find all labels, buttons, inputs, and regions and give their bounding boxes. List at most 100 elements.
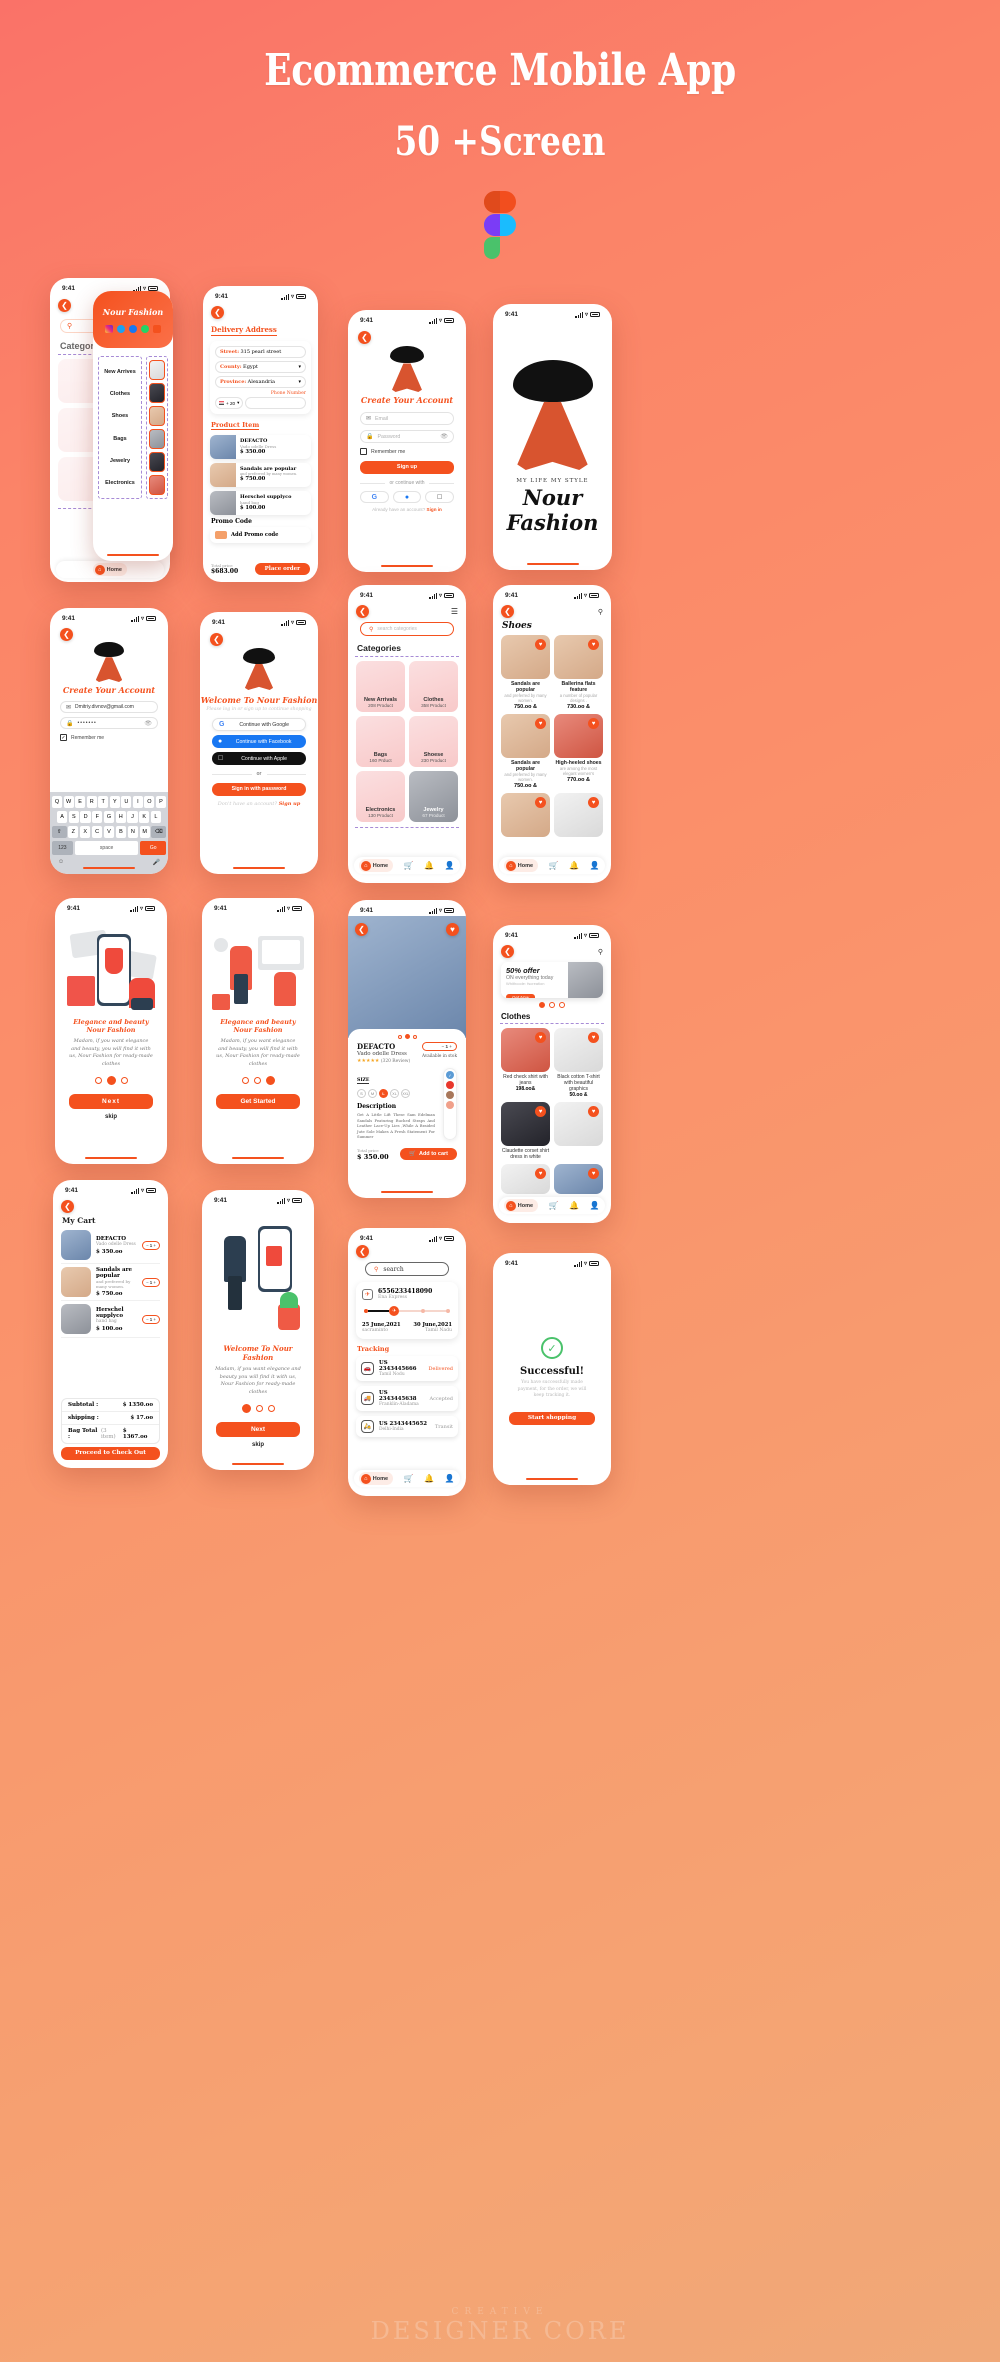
promo-banner[interactable]: 50% offer ON everything today Whithcode:…: [501, 962, 603, 998]
menu-item-clothes[interactable]: Clothes: [101, 387, 139, 401]
back-button[interactable]: ❮: [356, 605, 369, 618]
menu-icon[interactable]: ☰: [451, 607, 458, 616]
key[interactable]: B: [115, 826, 127, 838]
get-started-button[interactable]: Get Started: [216, 1094, 300, 1110]
key[interactable]: X: [79, 826, 91, 838]
cart-row[interactable]: Herschel supplyco hand bag $ 100.oo − 1 …: [61, 1301, 160, 1338]
key[interactable]: O: [144, 796, 155, 808]
back-button[interactable]: ❮: [211, 306, 224, 319]
cart-row[interactable]: DEFACTO Vado odelle Dress $ 350.oo − 1 +: [61, 1227, 160, 1264]
nav-home[interactable]: ⌂ Home: [93, 563, 127, 576]
nav-home[interactable]: ⌂ Home: [504, 1199, 539, 1212]
key-space[interactable]: space: [74, 841, 139, 855]
profile-icon[interactable]: 👤: [445, 861, 455, 870]
screen-tracking[interactable]: 9:41 ▿ ❮ ⚲ search ✈ 6556233418090 Ena Ex…: [348, 1228, 466, 1496]
key[interactable]: J: [127, 811, 138, 823]
favorite-icon[interactable]: ♥: [535, 1106, 546, 1117]
category-card[interactable]: New Arrivals 208 Product: [356, 661, 405, 712]
key[interactable]: W: [63, 796, 74, 808]
password-field[interactable]: 🔒 Password 👁: [360, 430, 454, 443]
key[interactable]: C: [91, 826, 103, 838]
tracking-row[interactable]: 🛵 US 2343445652 Delhi-India Transit: [356, 1416, 458, 1437]
favorite-icon[interactable]: ♥: [535, 639, 546, 650]
product-card[interactable]: ♥: [554, 793, 603, 837]
cart-icon[interactable]: 🛒: [404, 1474, 414, 1483]
key[interactable]: L: [150, 811, 161, 823]
bottom-nav[interactable]: ⌂ Home: [56, 561, 164, 578]
screen-welcome[interactable]: 9:41 ▿ ❮ Welcome To Nour Fashion Please …: [200, 612, 318, 874]
screen-delivery-address[interactable]: 9:41 ▿ ❮ Delivery Address Street: 315 pe…: [203, 286, 318, 582]
product-card[interactable]: ♥ Sandals are popular and preferred by m…: [501, 714, 550, 789]
remember-me-checkbox[interactable]: ✓ Remember me: [60, 734, 158, 741]
bottom-nav[interactable]: ⌂ Home 🛒 🔔 👤: [499, 857, 605, 874]
screen-splash[interactable]: 9:41 ▿ MY LIFE MY STYLE Nour Fashion: [493, 304, 612, 570]
next-button[interactable]: Next: [69, 1094, 153, 1110]
add-promo-button[interactable]: Add Promo code: [210, 527, 311, 543]
panel-category-menu[interactable]: Nour Fashion New Arrives Clothes Shoes B…: [93, 291, 173, 561]
key[interactable]: N: [127, 826, 139, 838]
add-to-cart-button[interactable]: 🛒 Add to cart: [400, 1148, 457, 1160]
cart-row[interactable]: Sandals are popular and preferred by man…: [61, 1264, 160, 1301]
key[interactable]: Q: [52, 796, 63, 808]
favorite-icon[interactable]: ♥: [535, 1168, 546, 1179]
favorite-icon[interactable]: ♥: [588, 718, 599, 729]
screen-shoes[interactable]: 9:41 ▿ ❮ ⚲ Shoes ♥ Sandals are popular a…: [493, 585, 611, 883]
google-login-button[interactable]: G: [360, 491, 389, 503]
color-option-peach[interactable]: [446, 1101, 454, 1109]
virtual-keyboard[interactable]: Q W E R T Y U I O P A S D F G H J K L ⇧ …: [50, 792, 168, 874]
phone-input[interactable]: [245, 397, 306, 409]
favorite-icon[interactable]: ♥: [588, 1168, 599, 1179]
menu-item-bags[interactable]: Bags: [101, 432, 139, 446]
shipment-card[interactable]: ✈ 6556233418090 Ena Express ✈ 25 June,20…: [356, 1282, 458, 1339]
key-numeric[interactable]: 123: [52, 841, 73, 855]
favorite-icon[interactable]: ♥: [588, 639, 599, 650]
size-option-s[interactable]: S: [357, 1089, 366, 1098]
menu-item-new-arrives[interactable]: New Arrives: [101, 365, 139, 379]
search-icon[interactable]: ⚲: [598, 948, 603, 956]
color-options[interactable]: ✓: [443, 1068, 457, 1140]
continue-apple-button[interactable]:  Continue with Apple: [212, 752, 306, 765]
continue-google-button[interactable]: G Continue with Google: [212, 718, 306, 731]
instagram-icon[interactable]: [105, 325, 113, 333]
key[interactable]: I: [132, 796, 143, 808]
favorite-icon[interactable]: ♥: [588, 797, 599, 808]
emoji-icon[interactable]: ☺: [58, 859, 64, 866]
facebook-icon[interactable]: [129, 325, 137, 333]
eye-off-icon[interactable]: 👁: [440, 433, 448, 440]
screen-onboarding-2[interactable]: 9:41 ▿ Elegance and beauty Nour Fashion …: [202, 898, 314, 1164]
signin-link[interactable]: Sign in: [427, 507, 442, 512]
cart-icon[interactable]: 🛒: [549, 1201, 559, 1210]
quantity-stepper[interactable]: − 1 +: [141, 1314, 160, 1324]
key[interactable]: P: [155, 796, 166, 808]
image-pagination[interactable]: [357, 1034, 457, 1039]
continue-facebook-button[interactable]: ● Continue with Facebook: [212, 735, 306, 748]
whatsapp-icon[interactable]: [141, 325, 149, 333]
screen-success[interactable]: 9:41 ▿ ✓ Successful! You have successful…: [493, 1253, 611, 1485]
remember-me-checkbox[interactable]: Remember me: [360, 448, 454, 455]
facebook-login-button[interactable]: ●: [392, 491, 422, 503]
bell-icon[interactable]: 🔔: [569, 1201, 579, 1210]
checkbox-checked-icon[interactable]: ✓: [60, 734, 67, 741]
color-option-red[interactable]: [446, 1081, 454, 1089]
screen-signup[interactable]: 9:41 ▿ ❮ Create Your Account ✉ Email 🔒 P…: [348, 310, 466, 572]
bell-icon[interactable]: 🔔: [424, 861, 434, 870]
size-option-xxl[interactable]: XXL: [401, 1089, 410, 1098]
tracking-row[interactable]: 🚗 US 2343445666 Tamil Nodu Delivered: [356, 1356, 458, 1381]
pagination-dots[interactable]: [202, 1076, 314, 1086]
skip-button[interactable]: skip: [202, 1442, 314, 1448]
menu-item-electronics[interactable]: Electronics: [101, 476, 139, 490]
password-field[interactable]: 🔒 ••••••• 👁: [60, 717, 158, 729]
next-button[interactable]: Next: [216, 1422, 300, 1437]
skip-button[interactable]: skip: [55, 1114, 167, 1120]
favorite-icon[interactable]: ♥: [588, 1032, 599, 1043]
country-code-select[interactable]: + 20 ▾: [215, 397, 244, 409]
cart-icon[interactable]: 🛒: [404, 861, 414, 870]
size-option-xl[interactable]: XL: [390, 1089, 399, 1098]
key[interactable]: Z: [68, 826, 79, 838]
bottom-nav[interactable]: ⌂ Home 🛒 🔔 👤: [354, 1470, 460, 1487]
back-button[interactable]: ❮: [356, 1245, 369, 1258]
back-button[interactable]: ❮: [58, 299, 71, 312]
key[interactable]: D: [80, 811, 91, 823]
key-go[interactable]: Go: [140, 841, 166, 855]
menu-thumb[interactable]: [149, 475, 165, 495]
